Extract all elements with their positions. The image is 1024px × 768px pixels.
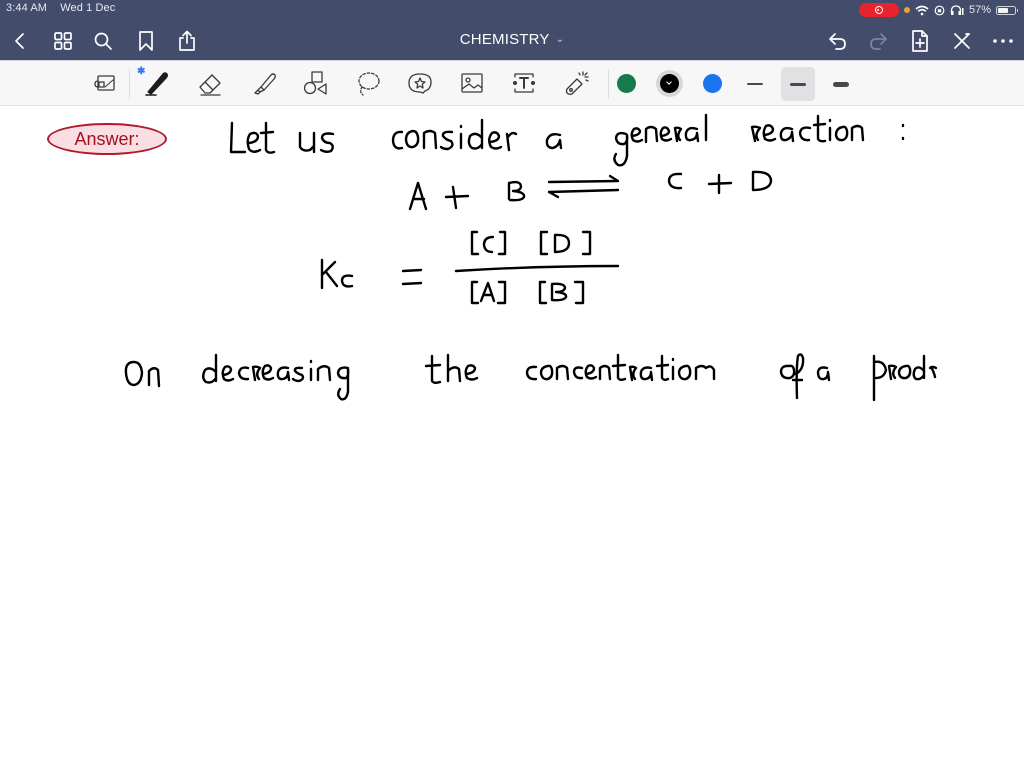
status-bar-left: 3:44 AM Wed 1 Dec: [6, 2, 125, 14]
top-bar: 3:44 AM Wed 1 Dec 57% CHEMISTRY ⌄: [0, 0, 1024, 60]
stroke-width-thick[interactable]: [824, 67, 858, 101]
sticker-icon[interactable]: [404, 67, 436, 99]
screen-recording-icon[interactable]: [858, 3, 899, 17]
handwritten-line-3: Kc = [C] [D] / [A] [B]: [320, 230, 331, 231]
color-swatch-blue[interactable]: [703, 74, 722, 93]
headphones-icon: [950, 4, 964, 15]
status-date: Wed 1 Dec: [60, 2, 116, 14]
image-icon[interactable]: [456, 67, 488, 99]
answer-badge-label: Answer:: [74, 128, 140, 149]
bluetooth-pencil-indicator: ✱: [137, 66, 146, 77]
status-bar-right: 57%: [858, 1, 1018, 19]
orientation-lock-icon: [934, 5, 945, 15]
text-box-icon[interactable]: [508, 67, 540, 99]
color-swatch-green[interactable]: [617, 74, 636, 93]
toolbar-divider: [129, 69, 130, 99]
handwritten-line-1: Let us consider a general reaction :: [230, 120, 248, 121]
read-mode-icon[interactable]: [89, 67, 121, 99]
annotation-toolbar: [0, 60, 1024, 106]
close-x-icon[interactable]: [949, 28, 975, 54]
shapes-icon[interactable]: [299, 67, 331, 99]
handwritten-line-2: A + B ⇌ C + D: [410, 170, 417, 171]
answer-badge: Answer:: [47, 123, 167, 155]
redo-icon[interactable]: [866, 28, 892, 54]
battery-percent: 57%: [968, 4, 991, 16]
wifi-icon: [915, 5, 929, 15]
toolbar-divider: [608, 69, 609, 99]
battery-icon: [996, 5, 1018, 15]
document-title-text: CHEMISTRY: [459, 31, 550, 48]
lasso-icon[interactable]: [352, 67, 384, 99]
stroke-width-thin[interactable]: [738, 67, 772, 101]
color-swatch-black-selected[interactable]: [656, 70, 683, 97]
handwritten-line-4: On decreasing the concentration of a pro…: [125, 350, 147, 351]
navigation-bar: CHEMISTRY ⌄: [0, 24, 1024, 58]
mic-in-use-dot: [903, 7, 910, 13]
status-time: 3:44 AM: [6, 2, 48, 14]
more-icon[interactable]: [990, 28, 1016, 54]
note-canvas[interactable]: [0, 106, 1024, 768]
title-dropdown-chevron-icon[interactable]: ⌄: [556, 34, 565, 45]
undo-icon[interactable]: [824, 28, 850, 54]
stroke-width-medium[interactable]: [781, 67, 815, 101]
add-page-icon[interactable]: [907, 28, 933, 54]
highlighter-icon[interactable]: [247, 67, 279, 99]
eraser-icon[interactable]: [194, 67, 226, 99]
laser-pointer-icon[interactable]: [560, 67, 592, 99]
